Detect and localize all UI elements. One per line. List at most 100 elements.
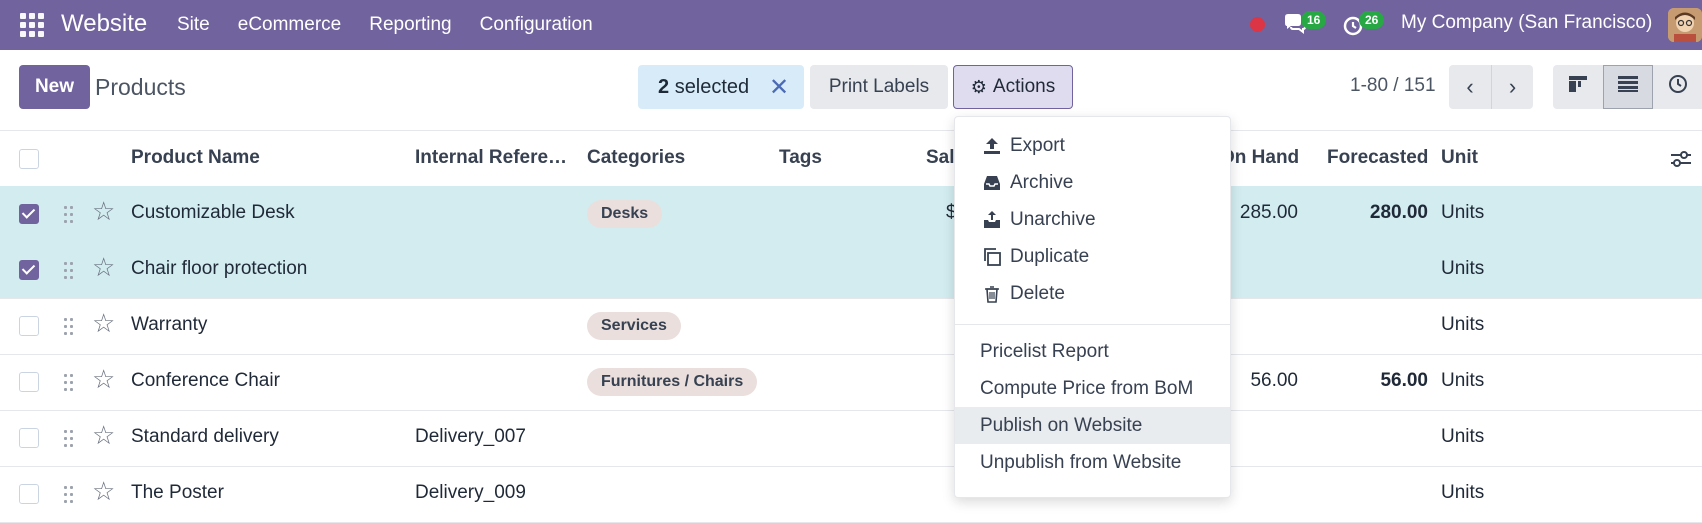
activity-view-button[interactable]: [1653, 65, 1702, 109]
drag-handle-icon[interactable]: [64, 428, 74, 448]
selection-indicator: 2 selected ✕: [638, 65, 804, 109]
header-product-name[interactable]: Product Name: [131, 147, 260, 169]
action-archive-label: Archive: [1010, 172, 1074, 193]
category-tag: Furnitures / Chairs: [587, 368, 758, 396]
action-archive[interactable]: Archive: [955, 164, 1230, 201]
header-tags[interactable]: Tags: [779, 147, 822, 169]
action-export[interactable]: Export: [955, 127, 1230, 164]
row-checkbox[interactable]: [19, 372, 39, 392]
select-all-checkbox[interactable]: [19, 149, 39, 169]
action-duplicate[interactable]: Duplicate: [955, 238, 1230, 275]
table-row[interactable]: ☆ Chair floor protection Units: [0, 242, 1702, 299]
favorite-star-icon[interactable]: ☆: [92, 308, 115, 339]
table-row[interactable]: ☆ Standard delivery Delivery_007 Units: [0, 410, 1702, 467]
new-button[interactable]: New: [19, 65, 90, 109]
action-unarchive[interactable]: Unarchive: [955, 201, 1230, 238]
unit: Units: [1441, 370, 1485, 391]
header-categories[interactable]: Categories: [587, 147, 685, 169]
unit: Units: [1441, 258, 1485, 279]
action-publish-website[interactable]: Publish on Website: [955, 407, 1230, 444]
row-checkbox[interactable]: [19, 316, 39, 336]
actions-label: Actions: [992, 76, 1056, 97]
unit: Units: [1441, 202, 1485, 223]
pager-previous-button[interactable]: ‹: [1449, 65, 1491, 109]
menu-ecommerce[interactable]: eCommerce: [238, 14, 341, 36]
recording-dot-icon[interactable]: [1250, 17, 1265, 32]
action-compute-price-bom[interactable]: Compute Price from BoM: [955, 370, 1230, 407]
action-publish-website-label: Publish on Website: [980, 415, 1143, 436]
clear-selection-icon[interactable]: ✕: [769, 73, 789, 102]
table-row[interactable]: ☆ The Poster Delivery_009 Units: [0, 466, 1702, 523]
print-labels-button[interactable]: Print Labels: [810, 65, 948, 109]
header-internal-reference[interactable]: Internal Refere…: [415, 147, 567, 169]
company-switcher[interactable]: My Company (San Francisco): [1401, 12, 1652, 34]
pager-value[interactable]: 1-80 / 151: [1350, 75, 1436, 97]
header-forecasted[interactable]: Forecasted: [1327, 147, 1428, 169]
column-settings-icon[interactable]: [1670, 149, 1692, 169]
menu-configuration[interactable]: Configuration: [480, 14, 593, 36]
category-tag: Desks: [587, 200, 663, 228]
list-icon: [1618, 76, 1638, 92]
action-export-label: Export: [1010, 135, 1065, 156]
inbox-icon: [984, 176, 1000, 190]
row-checkbox[interactable]: [19, 484, 39, 504]
kanban-icon: [1569, 76, 1587, 92]
drag-handle-icon[interactable]: [64, 204, 74, 224]
table-row[interactable]: ☆ Conference Chair Furnitures / Chairs 5…: [0, 354, 1702, 411]
actions-dropdown: Export Archive Unarchive Duplicate Delet…: [954, 116, 1231, 498]
header-on-hand[interactable]: On Hand: [1220, 147, 1299, 169]
favorite-star-icon[interactable]: ☆: [92, 364, 115, 395]
drag-handle-icon[interactable]: [64, 260, 74, 280]
action-duplicate-label: Duplicate: [1010, 246, 1090, 267]
actions-button[interactable]: ⚙ Actions: [953, 65, 1073, 109]
menu-reporting[interactable]: Reporting: [369, 14, 451, 36]
unit: Units: [1441, 482, 1485, 503]
product-name: Chair floor protection: [131, 258, 308, 279]
gear-icon: ⚙: [970, 76, 987, 97]
top-navbar: Website Site eCommerce Reporting Configu…: [0, 0, 1702, 50]
user-avatar[interactable]: [1668, 8, 1702, 42]
action-unarchive-label: Unarchive: [1010, 209, 1096, 230]
selected-count: 2 selected: [658, 76, 750, 98]
copy-icon: [984, 248, 1001, 266]
table-header: Product Name Internal Refere… Categories…: [0, 130, 1702, 188]
upload-icon: [984, 138, 1000, 154]
favorite-star-icon[interactable]: ☆: [92, 196, 115, 227]
header-unit[interactable]: Unit: [1441, 147, 1478, 169]
header-sales-price[interactable]: Sal: [926, 147, 955, 169]
menu-site[interactable]: Site: [177, 14, 210, 36]
favorite-star-icon[interactable]: ☆: [92, 476, 115, 507]
product-name: Warranty: [131, 314, 208, 335]
action-delete[interactable]: Delete: [955, 275, 1230, 312]
table-row[interactable]: ☆ Warranty Services Units: [0, 298, 1702, 355]
favorite-star-icon[interactable]: ☆: [92, 420, 115, 451]
app-brand[interactable]: Website: [61, 10, 147, 38]
table-row[interactable]: ☆ Customizable Desk Desks $ 285.00 280.0…: [0, 186, 1702, 243]
product-name: Standard delivery: [131, 426, 279, 447]
activity-count-badge: 26: [1359, 11, 1385, 29]
kanban-view-button[interactable]: [1553, 65, 1603, 109]
internal-reference: Delivery_007: [415, 426, 526, 447]
unarchive-icon: [984, 211, 1000, 228]
row-checkbox[interactable]: [19, 428, 39, 448]
drag-handle-icon[interactable]: [64, 372, 74, 392]
action-unpublish-website-label: Unpublish from Website: [980, 452, 1182, 473]
list-view-button[interactable]: [1603, 65, 1653, 109]
action-unpublish-website[interactable]: Unpublish from Website: [955, 444, 1230, 481]
drag-handle-icon[interactable]: [64, 316, 74, 336]
trash-icon: [985, 286, 999, 303]
apps-grid-icon[interactable]: [20, 13, 44, 37]
row-checkbox[interactable]: [19, 204, 39, 224]
pager-next-button[interactable]: ›: [1491, 65, 1533, 109]
action-pricelist-report[interactable]: Pricelist Report: [955, 333, 1230, 370]
internal-reference: Delivery_009: [415, 482, 526, 503]
chat-count-badge: 16: [1301, 11, 1327, 29]
drag-handle-icon[interactable]: [64, 484, 74, 504]
action-pricelist-report-label: Pricelist Report: [980, 341, 1109, 362]
menu-divider: [955, 324, 1230, 325]
favorite-star-icon[interactable]: ☆: [92, 252, 115, 283]
product-name: Customizable Desk: [131, 202, 295, 223]
unit: Units: [1441, 426, 1485, 447]
row-checkbox[interactable]: [19, 260, 39, 280]
product-name: Conference Chair: [131, 370, 280, 391]
